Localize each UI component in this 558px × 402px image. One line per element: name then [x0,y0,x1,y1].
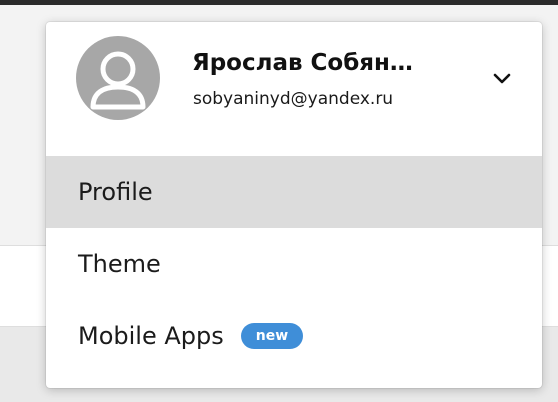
menu-list: Profile Theme Mobile Apps new [46,156,542,372]
account-name: Ярослав Собян… [192,50,413,76]
menu-item-profile[interactable]: Profile [46,156,542,228]
user-avatar-icon[interactable] [76,36,160,120]
menu-item-label: Profile [78,178,153,206]
menu-item-theme[interactable]: Theme [46,228,542,300]
menu-item-mobile-apps[interactable]: Mobile Apps new [46,300,542,372]
account-email: sobyaninyd@yandex.ru [193,89,394,109]
chevron-down-icon[interactable] [490,68,514,90]
account-header[interactable]: Ярослав Собян… sobyaninyd@yandex.ru [46,22,542,156]
account-dropdown-menu: Ярослав Собян… sobyaninyd@yandex.ru Prof… [46,22,542,388]
new-badge: new [240,323,304,349]
menu-item-label: Mobile Apps [78,322,224,350]
menu-item-label: Theme [78,250,161,278]
